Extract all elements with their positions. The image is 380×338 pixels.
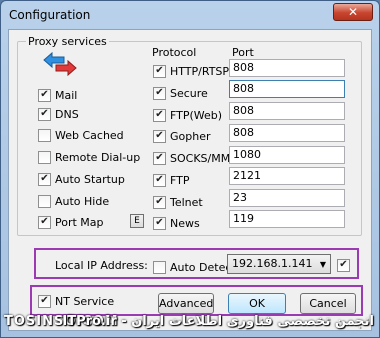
gopher-port-field[interactable]: 808 <box>229 124 345 142</box>
ok-button[interactable]: OK <box>228 293 286 314</box>
advanced-button[interactable]: Advanced <box>158 293 214 314</box>
auto-startup-checkbox[interactable]: Auto Startup <box>38 171 125 187</box>
check-icon <box>153 86 166 100</box>
check-icon <box>153 108 166 122</box>
auto-hide-checkbox[interactable]: Auto Hide <box>38 193 109 209</box>
http-rtsp-port-field[interactable]: 808 <box>229 59 345 77</box>
local-ip-label: Local IP Address: <box>55 259 148 272</box>
check-icon <box>153 64 166 78</box>
protocol-news-checkbox[interactable]: News <box>153 215 200 231</box>
nt-service-label: NT Service <box>55 294 115 308</box>
mail-checkbox[interactable]: Mail <box>38 87 77 103</box>
watermark-strip: TOSINSO.COM انجمن تخصصی فناوری اطلاعات ا… <box>0 312 380 336</box>
cancel-button[interactable]: Cancel <box>300 293 356 314</box>
protocol-socks-mms-checkbox[interactable]: SOCKS/MMS <box>153 150 237 166</box>
check-icon <box>38 215 51 229</box>
mail-label: Mail <box>55 88 78 102</box>
check-icon <box>153 151 166 165</box>
check-icon <box>38 294 51 308</box>
left-right-arrows-icon <box>43 51 77 77</box>
title-bar[interactable]: Configuration ✕ <box>1 1 379 29</box>
auto-detect-checkbox[interactable]: Auto Detect <box>153 259 236 275</box>
auto-startup-label: Auto Startup <box>55 172 125 186</box>
protocol-label: Secure <box>170 86 208 100</box>
protocol-ftp-checkbox[interactable]: FTP <box>153 172 190 188</box>
remote-dialup-label: Remote Dial-up <box>55 150 141 164</box>
check-icon <box>337 258 350 272</box>
protocol-http-rtsp-checkbox[interactable]: HTTP/RTSP <box>153 63 229 79</box>
ftp-port-field[interactable]: 2121 <box>229 167 345 185</box>
local-ip-value: 192.168.1.141 <box>232 257 313 270</box>
local-ip-select[interactable]: 192.168.1.141 ▼ <box>227 254 331 274</box>
dns-checkbox[interactable]: DNS <box>38 106 79 122</box>
check-icon <box>153 195 166 209</box>
port-map-checkbox[interactable]: Port Map <box>38 214 104 230</box>
checkbox-box <box>38 194 51 208</box>
web-cached-checkbox[interactable]: Web Cached <box>38 127 124 143</box>
web-cached-label: Web Cached <box>55 128 124 142</box>
check-icon <box>38 107 51 121</box>
socks-mms-port-field[interactable]: 1080 <box>229 146 345 164</box>
protocol-label: HTTP/RTSP <box>170 64 230 78</box>
check-icon <box>153 129 166 143</box>
protocol-label: FTP <box>170 173 190 187</box>
protocol-label: News <box>170 216 200 230</box>
secure-port-field[interactable]: 808 <box>229 80 345 98</box>
port-map-edit-button[interactable]: E <box>130 214 144 228</box>
checkbox-box <box>38 150 51 164</box>
proxy-services-label: Proxy services <box>26 35 109 48</box>
checkbox-box <box>38 128 51 142</box>
protocol-header: Protocol <box>152 46 197 59</box>
ftp-web-port-field[interactable]: 808 <box>229 102 345 120</box>
close-icon: ✕ <box>347 5 359 19</box>
protocol-ftp-web-checkbox[interactable]: FTP(Web) <box>153 107 222 123</box>
protocol-secure-checkbox[interactable]: Secure <box>153 85 208 101</box>
port-header: Port <box>232 46 254 59</box>
local-ip-extra-checkbox[interactable] <box>337 257 350 273</box>
protocol-label: SOCKS/MMS <box>170 151 238 165</box>
news-port-field[interactable]: 119 <box>229 210 345 228</box>
auto-hide-label: Auto Hide <box>55 194 110 208</box>
checkbox-box <box>153 260 166 274</box>
check-icon <box>153 173 166 187</box>
check-icon <box>38 172 51 186</box>
protocol-gopher-checkbox[interactable]: Gopher <box>153 128 211 144</box>
dns-label: DNS <box>55 107 79 121</box>
nt-service-checkbox[interactable]: NT Service <box>38 293 114 309</box>
remote-dialup-checkbox[interactable]: Remote Dial-up <box>38 149 140 165</box>
check-icon <box>38 88 51 102</box>
chevron-down-icon: ▼ <box>319 260 326 269</box>
close-button[interactable]: ✕ <box>333 3 373 21</box>
protocol-telnet-checkbox[interactable]: Telnet <box>153 194 203 210</box>
watermark-right: انجمن تخصصی فناوری اطلاعات ایران - ITPro… <box>62 314 374 329</box>
protocol-label: FTP(Web) <box>170 108 223 122</box>
telnet-port-field[interactable]: 23 <box>229 189 345 207</box>
protocol-label: Telnet <box>170 195 203 209</box>
check-icon <box>153 216 166 230</box>
port-map-label: Port Map <box>55 215 104 229</box>
window-title: Configuration <box>9 8 91 22</box>
auto-detect-label: Auto Detect <box>170 260 236 274</box>
protocol-label: Gopher <box>170 129 211 143</box>
